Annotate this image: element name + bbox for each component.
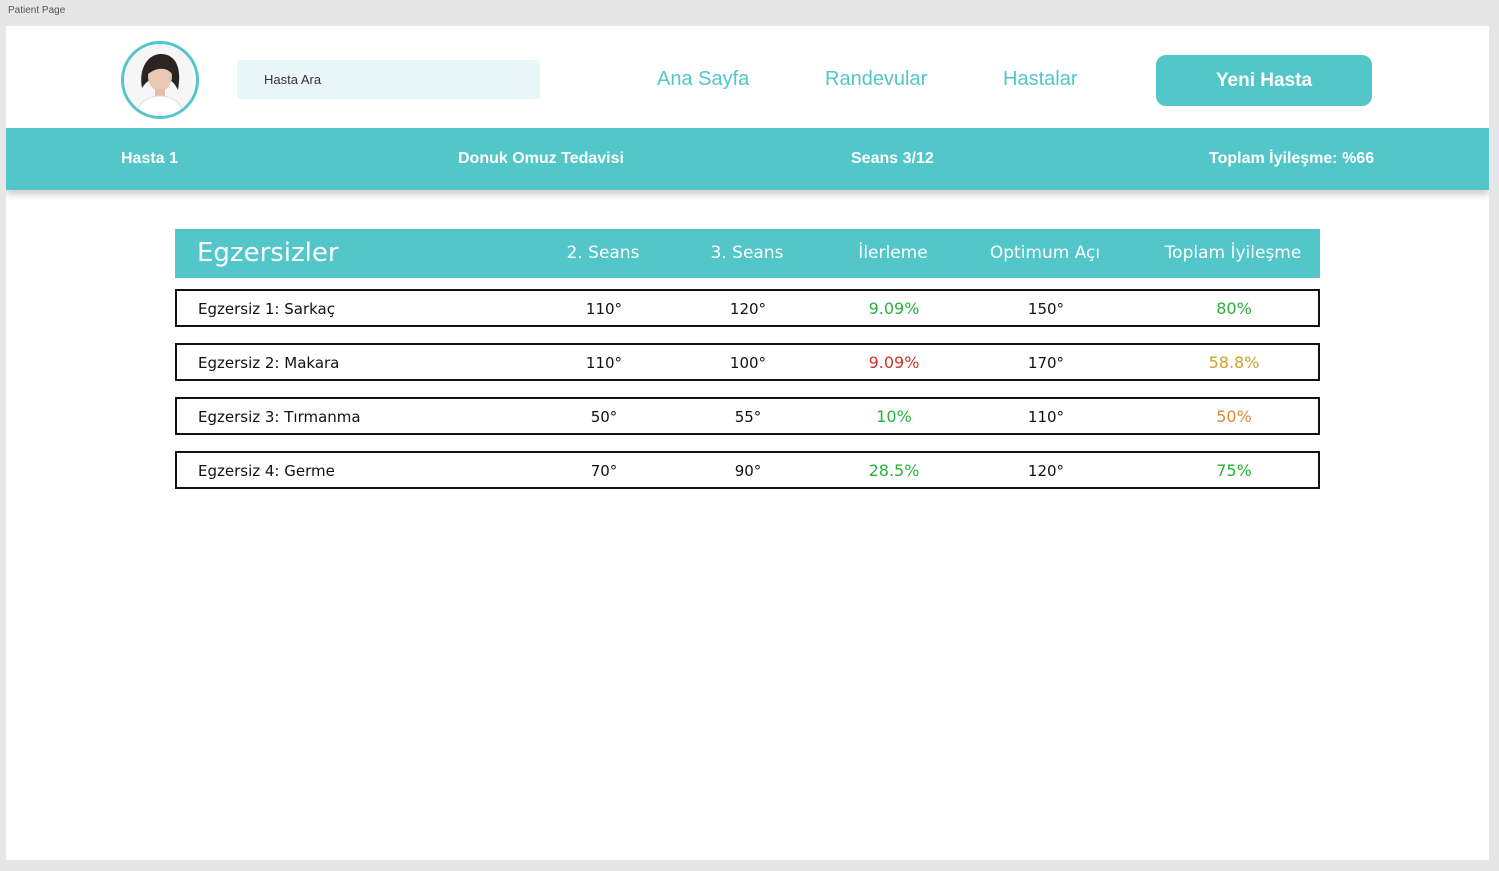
patient-photo-icon xyxy=(124,44,196,116)
total-improvement-value: 50% xyxy=(1216,407,1252,426)
progress-value: 9.09% xyxy=(868,353,920,372)
progress-value: 9.09% xyxy=(868,299,920,318)
optimum-angle: 120° xyxy=(1027,462,1065,480)
progress-value: 10% xyxy=(876,407,912,426)
column-header-session-3: 3. Seans xyxy=(710,243,784,263)
search-input[interactable] xyxy=(237,60,540,99)
column-header-optimum-angle: Optimum Açı xyxy=(989,243,1101,263)
avatar[interactable] xyxy=(121,41,199,119)
column-header-progress: İlerleme xyxy=(858,243,928,263)
session-3-angle: 100° xyxy=(729,354,767,372)
table-row[interactable]: Egzersiz 3: Tırmanma 50° 55° 10% 110° 50… xyxy=(175,397,1320,435)
total-improvement: Toplam İyileşme: %66 xyxy=(1209,150,1375,167)
exercise-name: Egzersiz 3: Tırmanma xyxy=(198,408,361,426)
session-2-angle: 110° xyxy=(585,354,623,372)
nav-patients[interactable]: Hastalar xyxy=(1003,68,1077,91)
nav-home[interactable]: Ana Sayfa xyxy=(657,68,749,91)
patient-page: Ana Sayfa Randevular Hastalar Yeni Hasta… xyxy=(6,26,1489,860)
table-title: Egzersizler xyxy=(197,238,339,268)
total-improvement-value: 75% xyxy=(1216,461,1252,480)
patient-name: Hasta 1 xyxy=(121,150,178,167)
patient-info-bar: Hasta 1 Donuk Omuz Tedavisi Seans 3/12 T… xyxy=(6,128,1489,190)
exercise-table-header: Egzersizler 2. Seans 3. Seans İlerleme O… xyxy=(175,229,1320,278)
session-2-angle: 110° xyxy=(585,300,623,318)
optimum-angle: 110° xyxy=(1027,408,1065,426)
total-improvement-value: 58.8% xyxy=(1208,353,1260,372)
session-2-angle: 50° xyxy=(590,408,618,426)
table-row[interactable]: Egzersiz 4: Germe 70° 90° 28.5% 120° 75% xyxy=(175,451,1320,489)
total-improvement-value: 80% xyxy=(1216,299,1252,318)
nav-appointments[interactable]: Randevular xyxy=(825,68,927,91)
column-header-session-2: 2. Seans xyxy=(566,243,640,263)
treatment-name: Donuk Omuz Tedavisi xyxy=(458,150,624,167)
exercise-name: Egzersiz 1: Sarkaç xyxy=(198,300,335,318)
column-header-total-improvement: Toplam İyileşme xyxy=(1164,243,1302,263)
progress-value: 28.5% xyxy=(868,461,920,480)
table-row[interactable]: Egzersiz 1: Sarkaç 110° 120° 9.09% 150° … xyxy=(175,289,1320,327)
session-3-angle: 55° xyxy=(734,408,762,426)
exercise-name: Egzersiz 2: Makara xyxy=(198,354,340,372)
session-3-angle: 120° xyxy=(729,300,767,318)
session-3-angle: 90° xyxy=(734,462,762,480)
table-row[interactable]: Egzersiz 2: Makara 110° 100° 9.09% 170° … xyxy=(175,343,1320,381)
frame-label: Patient Page xyxy=(8,5,66,16)
session-2-angle: 70° xyxy=(590,462,618,480)
exercise-name: Egzersiz 4: Germe xyxy=(198,462,335,480)
session-counter: Seans 3/12 xyxy=(851,150,934,167)
optimum-angle: 170° xyxy=(1027,354,1065,372)
new-patient-button[interactable]: Yeni Hasta xyxy=(1156,55,1372,106)
optimum-angle: 150° xyxy=(1027,300,1065,318)
